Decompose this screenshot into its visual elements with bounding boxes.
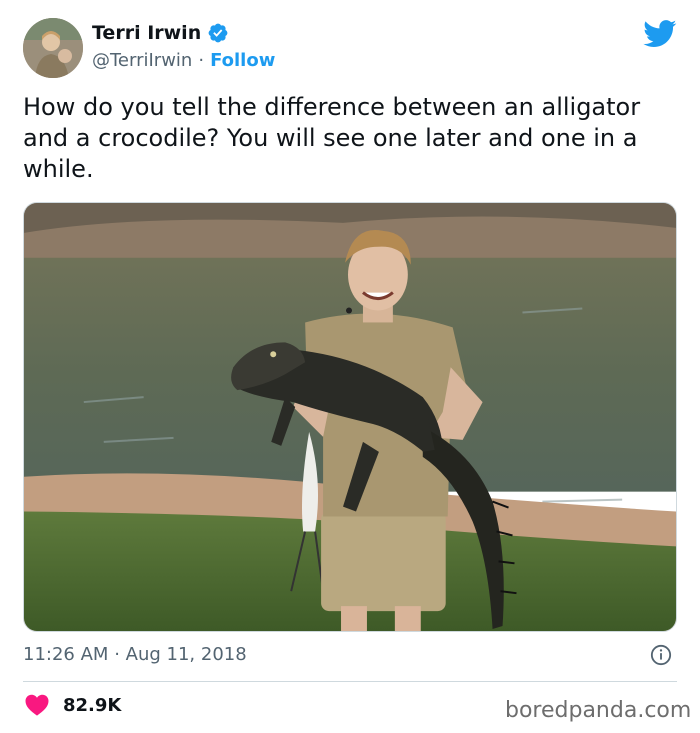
like-count: 82.9K [63,694,122,716]
twitter-bird-icon[interactable] [643,20,677,48]
tweet-date: Aug 11, 2018 [125,644,247,665]
author-handle[interactable]: @TerriIrwin [92,50,192,71]
divider [23,681,677,682]
alligator-photo [24,203,676,631]
follow-button[interactable]: Follow [210,50,275,71]
author-name-row: Terri Irwin [92,22,229,44]
tweet-photo[interactable] [23,202,677,632]
info-icon[interactable] [650,644,672,666]
like-button[interactable]: 82.9K [25,694,121,716]
verified-badge-icon [208,23,228,43]
timestamp-separator: · [114,644,120,665]
author-handle-row: @TerriIrwin · Follow [92,50,275,71]
avatar-image [23,18,83,78]
handle-separator: · [198,50,205,71]
tweet-text: How do you tell the difference between a… [23,93,641,183]
heart-icon [25,694,49,716]
tweet-timestamp[interactable]: 11:26 AM · Aug 11, 2018 [23,644,247,665]
boredpanda-watermark: boredpanda.com [505,698,692,723]
avatar[interactable] [23,18,83,78]
tweet-time: 11:26 AM [23,644,109,665]
author-name[interactable]: Terri Irwin [92,22,201,44]
